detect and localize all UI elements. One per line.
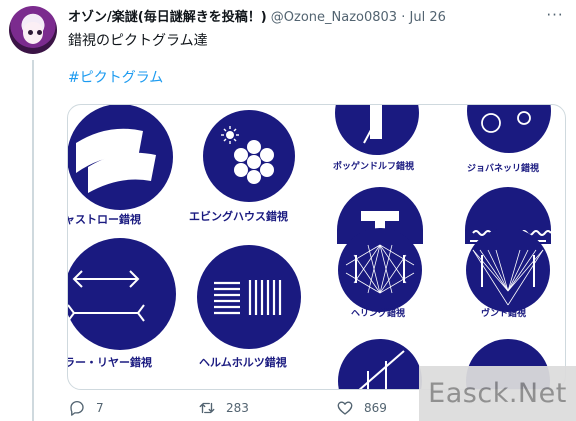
- more-options-button[interactable]: ···: [543, 6, 567, 24]
- tweet-date[interactable]: Jul 26: [410, 10, 446, 25]
- author-avatar[interactable]: [9, 6, 57, 54]
- retweet-count: 283: [226, 401, 249, 415]
- caption-jastrow: ャストロー錯視: [68, 212, 141, 226]
- author-handle[interactable]: @Ozone_Nazo0803: [271, 10, 397, 25]
- author-name[interactable]: オゾン/楽謎(毎日謎解きを投稿！): [68, 10, 267, 25]
- heart-icon: [337, 401, 353, 415]
- pictogram-jastrow[interactable]: ャストロー錯視: [68, 105, 173, 226]
- caption-hering: ヘリング錯視: [351, 307, 405, 319]
- pictogram-helmholtz[interactable]: ヘルムホルツ錯視: [197, 245, 301, 369]
- retweet-button[interactable]: 283: [198, 398, 249, 418]
- avatar-eye-left: [28, 30, 33, 35]
- pictogram-partial-1[interactable]: [338, 339, 422, 390]
- pictogram-poggendorff[interactable]: ポッゲンドルフ錯視: [333, 105, 419, 172]
- tweet-text: 錯視のピクトグラム達: [68, 33, 208, 49]
- retweet-icon: [199, 402, 215, 414]
- hashtag-link[interactable]: #ピクトグラム: [68, 68, 163, 88]
- like-count: 869: [364, 401, 387, 415]
- like-button[interactable]: 869: [336, 398, 387, 418]
- pictogram-wundt[interactable]: ヴント錯視: [465, 187, 552, 319]
- reply-icon: [70, 400, 84, 416]
- avatar-eye-right: [37, 30, 42, 35]
- caption-giovanelli: ジョバネッリ錯視: [467, 162, 539, 174]
- tweet-header: オゾン/楽謎(毎日謎解きを投稿！) @Ozone_Nazo0803 · Jul …: [68, 9, 446, 27]
- caption-muller-lyer: ラー・リヤー錯視: [68, 355, 152, 369]
- caption-helmholtz: ヘルムホルツ錯視: [199, 355, 287, 369]
- meta-separator: ·: [401, 10, 406, 25]
- caption-ebbinghaus: エビングハウス錯視: [189, 209, 288, 223]
- reply-count: 7: [96, 401, 104, 415]
- pictogram-grid: ャストロー錯視 エビングハウス錯視 ポッゲンドルフ錯視 ジョバネッリ錯視 ヘリン…: [68, 105, 552, 390]
- caption-wundt: ヴント錯視: [481, 307, 526, 319]
- tweet-media[interactable]: ャストロー錯視 エビングハウス錯視 ポッゲンドルフ錯視 ジョバネッリ錯視 ヘリン…: [67, 104, 566, 390]
- pictogram-ebbinghaus[interactable]: エビングハウス錯視: [189, 110, 295, 223]
- pictogram-muller-lyer[interactable]: ラー・リヤー錯視: [68, 238, 176, 369]
- watermark: Easck.Net: [419, 366, 576, 421]
- reply-button[interactable]: 7: [68, 398, 104, 418]
- thread-line: [32, 60, 34, 421]
- caption-poggendorff: ポッゲンドルフ錯視: [333, 160, 414, 172]
- pictogram-hering[interactable]: ヘリング錯視: [337, 187, 423, 319]
- pictogram-giovanelli[interactable]: ジョバネッリ錯視: [467, 105, 551, 174]
